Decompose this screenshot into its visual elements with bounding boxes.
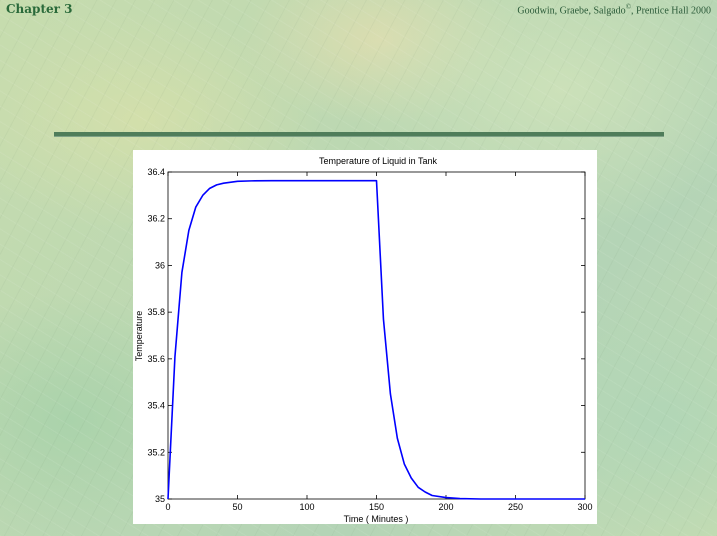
x-tick-label: 100	[299, 502, 314, 512]
x-tick-label: 0	[165, 502, 170, 512]
credit-authors: Goodwin, Graebe, Salgado	[517, 5, 626, 17]
credit-line: Goodwin, Graebe, Salgado©, Prentice Hall…	[517, 3, 711, 16]
y-tick-label: 35.4	[147, 401, 165, 411]
y-tick-label: 35.6	[147, 354, 165, 364]
x-tick-label: 150	[369, 502, 384, 512]
x-tick-label: 50	[232, 502, 242, 512]
y-tick-label: 36	[155, 260, 165, 270]
plot-area	[167, 171, 586, 500]
chart-figure: Temperature of Liquid in Tank 0 50 100 150 2…	[133, 150, 597, 524]
y-tick-label: 35.2	[147, 447, 165, 457]
x-tick-label: 200	[438, 502, 453, 512]
y-tick-label: 35	[155, 494, 165, 504]
divider-rule	[54, 132, 664, 137]
y-axis-label: Temperature	[134, 311, 144, 362]
y-tick-label: 36.4	[147, 167, 165, 177]
chart-svg: Temperature of Liquid in Tank 0 50 100 150 2…	[134, 156, 593, 524]
chapter-heading: Chapter 3	[6, 2, 73, 16]
credit-publisher: , Prentice Hall 2000	[631, 5, 711, 17]
y-tick-label: 36.2	[147, 214, 165, 224]
x-tick-label: 250	[508, 502, 523, 512]
y-tick-label: 35.8	[147, 307, 165, 317]
x-tick-label: 300	[577, 502, 592, 512]
chart-title: Temperature of Liquid in Tank	[319, 156, 437, 166]
x-axis-label: Time ( Minutes )	[344, 514, 409, 524]
